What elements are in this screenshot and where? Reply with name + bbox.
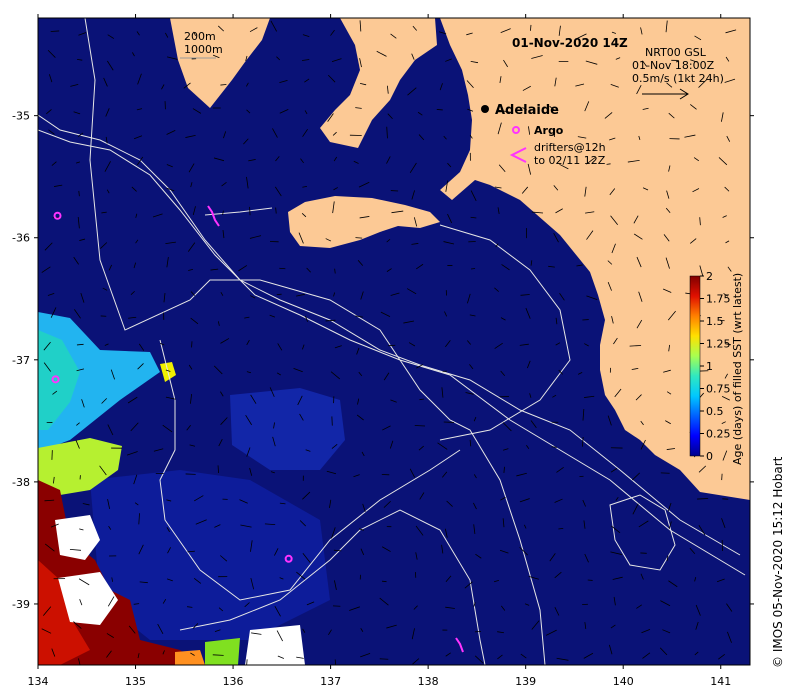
colorbar-tick-label: 1 [706, 360, 713, 373]
x-tick-label: 139 [515, 675, 536, 688]
current-vector [50, 30, 60, 32]
x-tick-label: 141 [710, 675, 731, 688]
colorbar-tick-label: 1.5 [706, 315, 724, 328]
depth-legend-200m: 200m [184, 30, 216, 43]
age-patch-green-bottom [205, 638, 240, 665]
colorbar-title: Age (days) of filled SST (wrt latest) [731, 273, 744, 465]
sst-age-map: 134 135 136 137 138 139 140 141 -35 -36 -37 -38 -39… [12, 14, 785, 688]
colorbar-tick-label: 2 [706, 270, 713, 283]
x-tick-label: 140 [613, 675, 634, 688]
y-tick-label: -36 [12, 232, 30, 245]
colorbar-tick-label: 0 [706, 450, 713, 463]
current-legend-time: 01-Nov 18:00Z [632, 59, 715, 72]
depth-legend-1000m: 1000m [184, 43, 223, 56]
x-tick-label: 134 [28, 675, 49, 688]
colorbar-bar [689, 275, 701, 457]
drifter-legend-line1: drifters@12h [534, 141, 606, 154]
colorbar-tick-label: 0.25 [706, 428, 731, 441]
adelaide-label: Adelaide [495, 103, 559, 118]
current-legend-model: NRT00 GSL [645, 46, 707, 59]
current-vector [212, 654, 224, 656]
x-tick-label: 138 [418, 675, 439, 688]
y-tick-label: -38 [12, 476, 30, 489]
current-vector [381, 580, 387, 583]
x-tick-label: 136 [223, 675, 244, 688]
map-title: 01-Nov-2020 14Z [512, 36, 628, 50]
y-tick-label: -39 [12, 598, 30, 611]
current-vector [220, 84, 227, 86]
current-vector [606, 163, 611, 165]
colorbar-tick-label: 1.25 [706, 338, 731, 351]
colorbar-tick-label: 0.75 [706, 383, 731, 396]
argo-legend-label: Argo [534, 124, 564, 137]
age-patch-white-bottom [245, 625, 305, 665]
current-legend-scale: 0.5m/s (1kt 24h) [632, 72, 724, 85]
x-tick-label: 135 [125, 675, 146, 688]
drifter-legend-line2: to 02/11 12Z [534, 154, 606, 167]
credit-text: © IMOS 05-Nov-2020 15:12 Hobart [771, 456, 785, 668]
x-tick-label: 137 [320, 675, 341, 688]
current-vector [436, 109, 443, 111]
colorbar-tick-label: 1.75 [706, 293, 731, 306]
colorbar-tick-label: 0.5 [706, 405, 724, 418]
current-vector [78, 190, 80, 197]
current-vector [414, 425, 426, 427]
adelaide-dot [481, 105, 489, 113]
y-tick-label: -35 [12, 110, 30, 123]
age-patch-orange-bottom [175, 650, 205, 665]
current-vector [530, 24, 532, 31]
y-tick-label: -37 [12, 354, 30, 367]
